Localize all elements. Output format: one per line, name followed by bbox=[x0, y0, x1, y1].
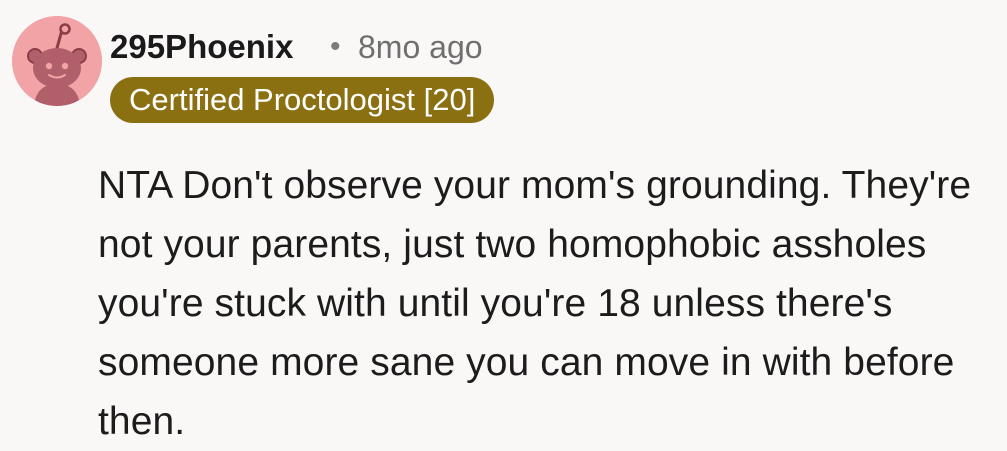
comment: 295Phoenix • 8mo ago Certified Proctolog… bbox=[0, 0, 1007, 446]
reddit-snoo-avatar-icon bbox=[12, 16, 102, 106]
comment-body: NTA Don't observe your mom's grounding. … bbox=[98, 164, 972, 443]
avatar[interactable] bbox=[12, 16, 102, 106]
separator-dot: • bbox=[330, 30, 341, 63]
username-link[interactable]: 295Phoenix bbox=[110, 27, 293, 67]
comment-timestamp[interactable]: 8mo ago bbox=[358, 27, 483, 67]
user-flair-badge: Certified Proctologist [20] bbox=[110, 77, 495, 123]
